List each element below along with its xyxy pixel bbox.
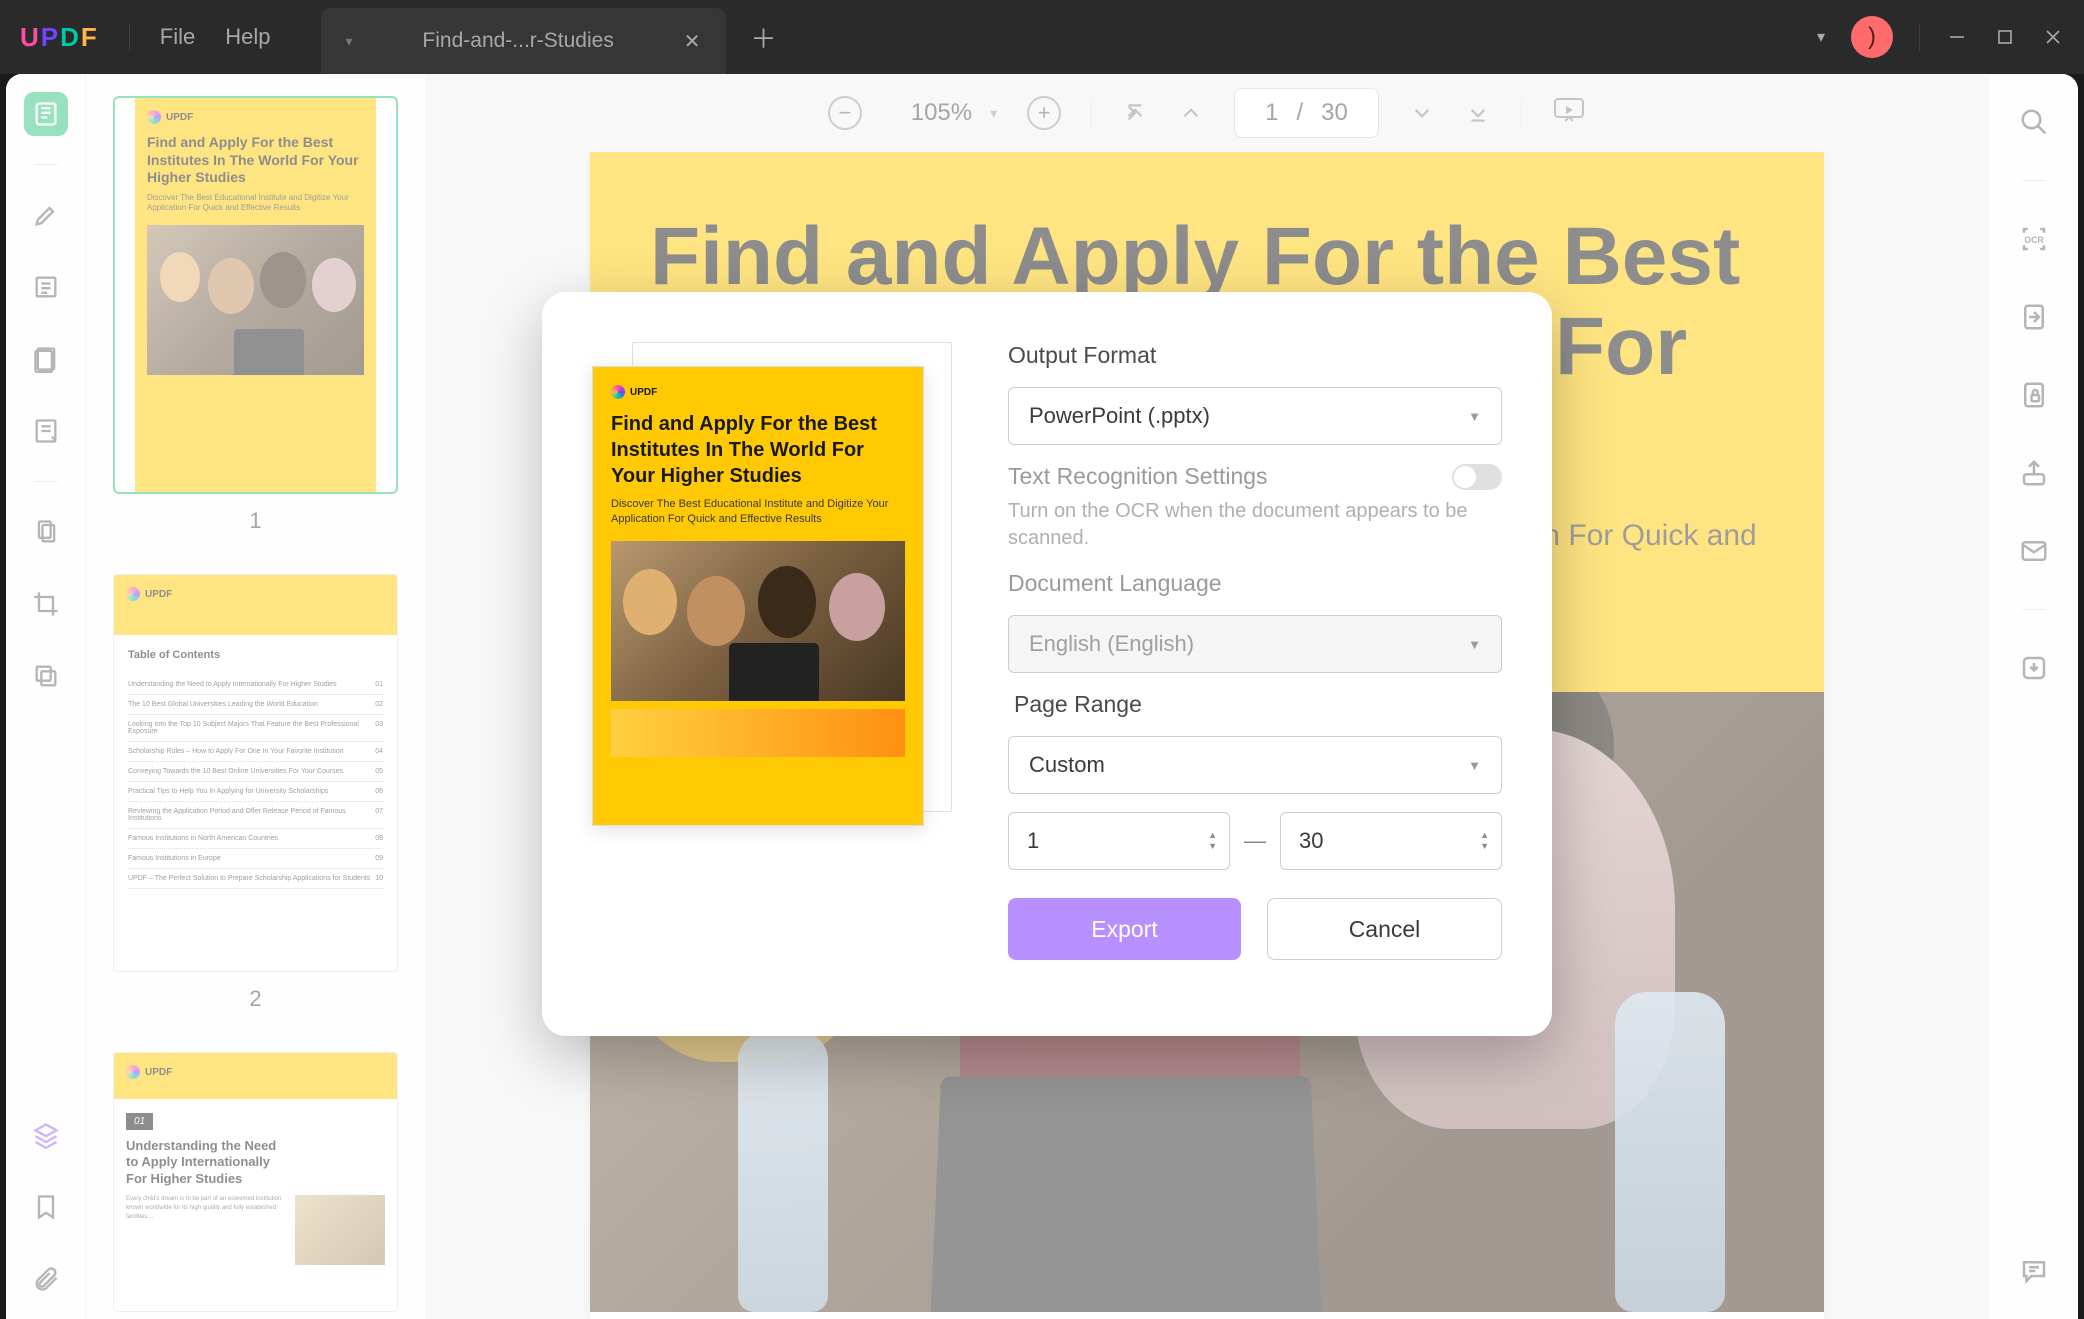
window-maximize-button[interactable]	[1994, 26, 2016, 48]
text-recognition-label: Text Recognition Settings	[1008, 463, 1268, 490]
document-language-select: English (English) ▼	[1008, 615, 1502, 673]
cancel-button[interactable]: Cancel	[1267, 898, 1502, 960]
window-minimize-button[interactable]	[1946, 26, 1968, 48]
dialog-preview: UPDF Find and Apply For the Best Institu…	[592, 342, 952, 986]
step-up-icon[interactable]: ▲	[1208, 831, 1217, 840]
range-from-input[interactable]: 1 ▲▼	[1008, 812, 1230, 870]
chevron-down-icon: ▼	[1468, 637, 1481, 652]
app-logo: UPDF	[20, 22, 99, 53]
menu-file[interactable]: File	[160, 24, 195, 50]
tab-menu-icon[interactable]: ▾	[346, 33, 353, 50]
new-tab-button[interactable]: ＋	[751, 19, 777, 56]
tab-title: Find-and-...r-Studies	[373, 29, 664, 53]
step-down-icon[interactable]: ▼	[1480, 842, 1489, 851]
page-range-label: Page Range	[1014, 691, 1502, 718]
export-button[interactable]: Export	[1008, 898, 1241, 960]
menu-help[interactable]: Help	[225, 24, 270, 50]
export-dialog: UPDF Find and Apply For the Best Institu…	[542, 292, 1552, 1036]
separator	[129, 23, 130, 51]
page-range-select[interactable]: Custom ▼	[1008, 736, 1502, 794]
document-tab[interactable]: ▾ Find-and-...r-Studies ✕	[321, 8, 726, 74]
chevron-down-icon: ▼	[1468, 409, 1481, 424]
text-recognition-toggle[interactable]	[1452, 464, 1502, 490]
output-format-label: Output Format	[1008, 342, 1502, 369]
title-bar: UPDF File Help ▾ Find-and-...r-Studies ✕…	[0, 0, 2084, 74]
user-avatar[interactable]: )	[1851, 16, 1893, 58]
document-language-label: Document Language	[1008, 570, 1502, 597]
range-to-input[interactable]: 30 ▲▼	[1280, 812, 1502, 870]
chevron-down-icon[interactable]: ▾	[1817, 27, 1825, 47]
output-format-select[interactable]: PowerPoint (.pptx) ▼	[1008, 387, 1502, 445]
tab-close-icon[interactable]: ✕	[684, 29, 701, 54]
step-down-icon[interactable]: ▼	[1208, 842, 1217, 851]
text-recognition-description: Turn on the OCR when the document appear…	[1008, 498, 1502, 552]
window-close-button[interactable]	[2042, 26, 2064, 48]
tab-bar: ▾ Find-and-...r-Studies ✕ ＋	[321, 0, 777, 74]
separator	[1919, 23, 1920, 51]
chevron-down-icon: ▼	[1468, 758, 1481, 773]
step-up-icon[interactable]: ▲	[1480, 831, 1489, 840]
range-separator: —	[1244, 828, 1266, 854]
